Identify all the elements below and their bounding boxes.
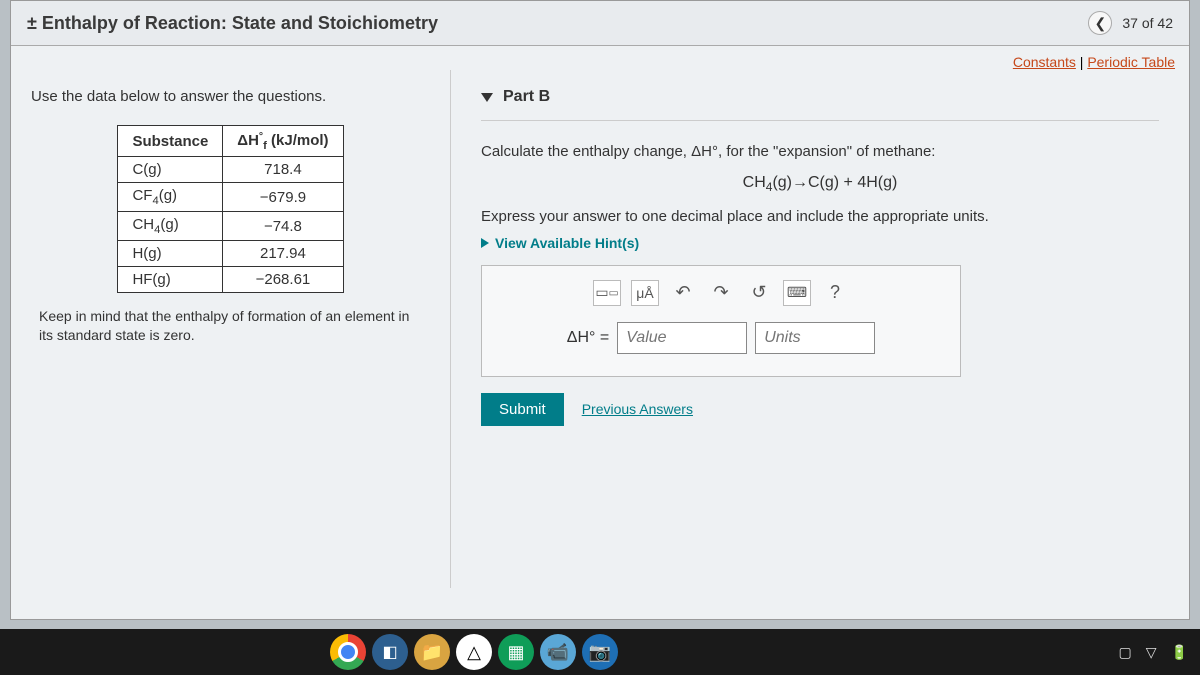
prev-page-button[interactable]: ❮ [1088, 11, 1112, 35]
cast-icon[interactable]: ▢ [1119, 644, 1132, 661]
camera-icon[interactable]: 📷 [582, 634, 618, 670]
sheets-icon[interactable]: ▦ [498, 634, 534, 670]
system-tray[interactable]: ▢ ▽ 🔋 [1119, 644, 1188, 661]
col-substance: Substance [118, 126, 223, 157]
view-hints-button[interactable]: View Available Hint(s) [481, 235, 1159, 251]
table-row: CF4(g) −679.9 [118, 183, 343, 212]
table-row: C(g) 718.4 [118, 157, 343, 183]
reset-button[interactable]: ↺ [745, 280, 773, 306]
value-input[interactable] [617, 322, 747, 354]
chevron-right-icon [481, 238, 489, 248]
wifi-icon[interactable]: ▽ [1146, 644, 1157, 661]
note-text: Keep in mind that the enthalpy of format… [31, 307, 430, 345]
part-label: Part B [503, 88, 550, 106]
express-instructions: Express your answer to one decimal place… [481, 208, 1159, 225]
reaction-equation: CH4(g)→C(g) + 4H(g) [481, 174, 1159, 194]
table-row: CH4(g) −74.8 [118, 212, 343, 241]
title-text: Enthalpy of Reaction: State and Stoichio… [42, 13, 438, 33]
previous-answers-link[interactable]: Previous Answers [582, 401, 693, 417]
keyboard-button[interactable]: ⌨ [783, 280, 811, 306]
periodic-table-link[interactable]: Periodic Table [1087, 54, 1175, 70]
special-chars-tool[interactable]: μÅ [631, 280, 659, 306]
template-tool[interactable]: ▭▭ [593, 280, 621, 306]
constants-link[interactable]: Constants [1013, 54, 1076, 70]
units-input[interactable] [755, 322, 875, 354]
battery-icon[interactable]: 🔋 [1171, 644, 1188, 661]
answer-box: ▭▭ μÅ ↶ ↷ ↺ ⌨ ? ΔH° = [481, 265, 961, 377]
redo-button[interactable]: ↷ [707, 280, 735, 306]
collapse-icon[interactable] [481, 93, 493, 102]
taskbar: ◧ 📁 △ ▦ 📹 📷 ▢ ▽ 🔋 [0, 629, 1200, 675]
table-row: HF(g) −268.61 [118, 267, 343, 293]
files-icon[interactable]: 📁 [414, 634, 450, 670]
page-title: ± Enthalpy of Reaction: State and Stoich… [27, 13, 438, 34]
help-button[interactable]: ? [821, 280, 849, 306]
chrome-icon[interactable] [330, 634, 366, 670]
progress-indicator: 37 of 42 [1122, 15, 1173, 31]
title-prefix: ± [27, 13, 37, 33]
drive-icon[interactable]: △ [456, 634, 492, 670]
submit-button[interactable]: Submit [481, 393, 564, 426]
question-prompt: Calculate the enthalpy change, ΔH°, for … [481, 141, 1159, 164]
col-value: ΔH°f (kJ/mol) [223, 126, 343, 157]
app-icon[interactable]: ◧ [372, 634, 408, 670]
data-table: Substance ΔH°f (kJ/mol) C(g) 718.4 CF4(g… [117, 125, 343, 293]
undo-button[interactable]: ↶ [669, 280, 697, 306]
instructions-text: Use the data below to answer the questio… [31, 88, 430, 105]
table-row: H(g) 217.94 [118, 241, 343, 267]
delta-h-label: ΔH° = [567, 329, 609, 347]
video-icon[interactable]: 📹 [540, 634, 576, 670]
